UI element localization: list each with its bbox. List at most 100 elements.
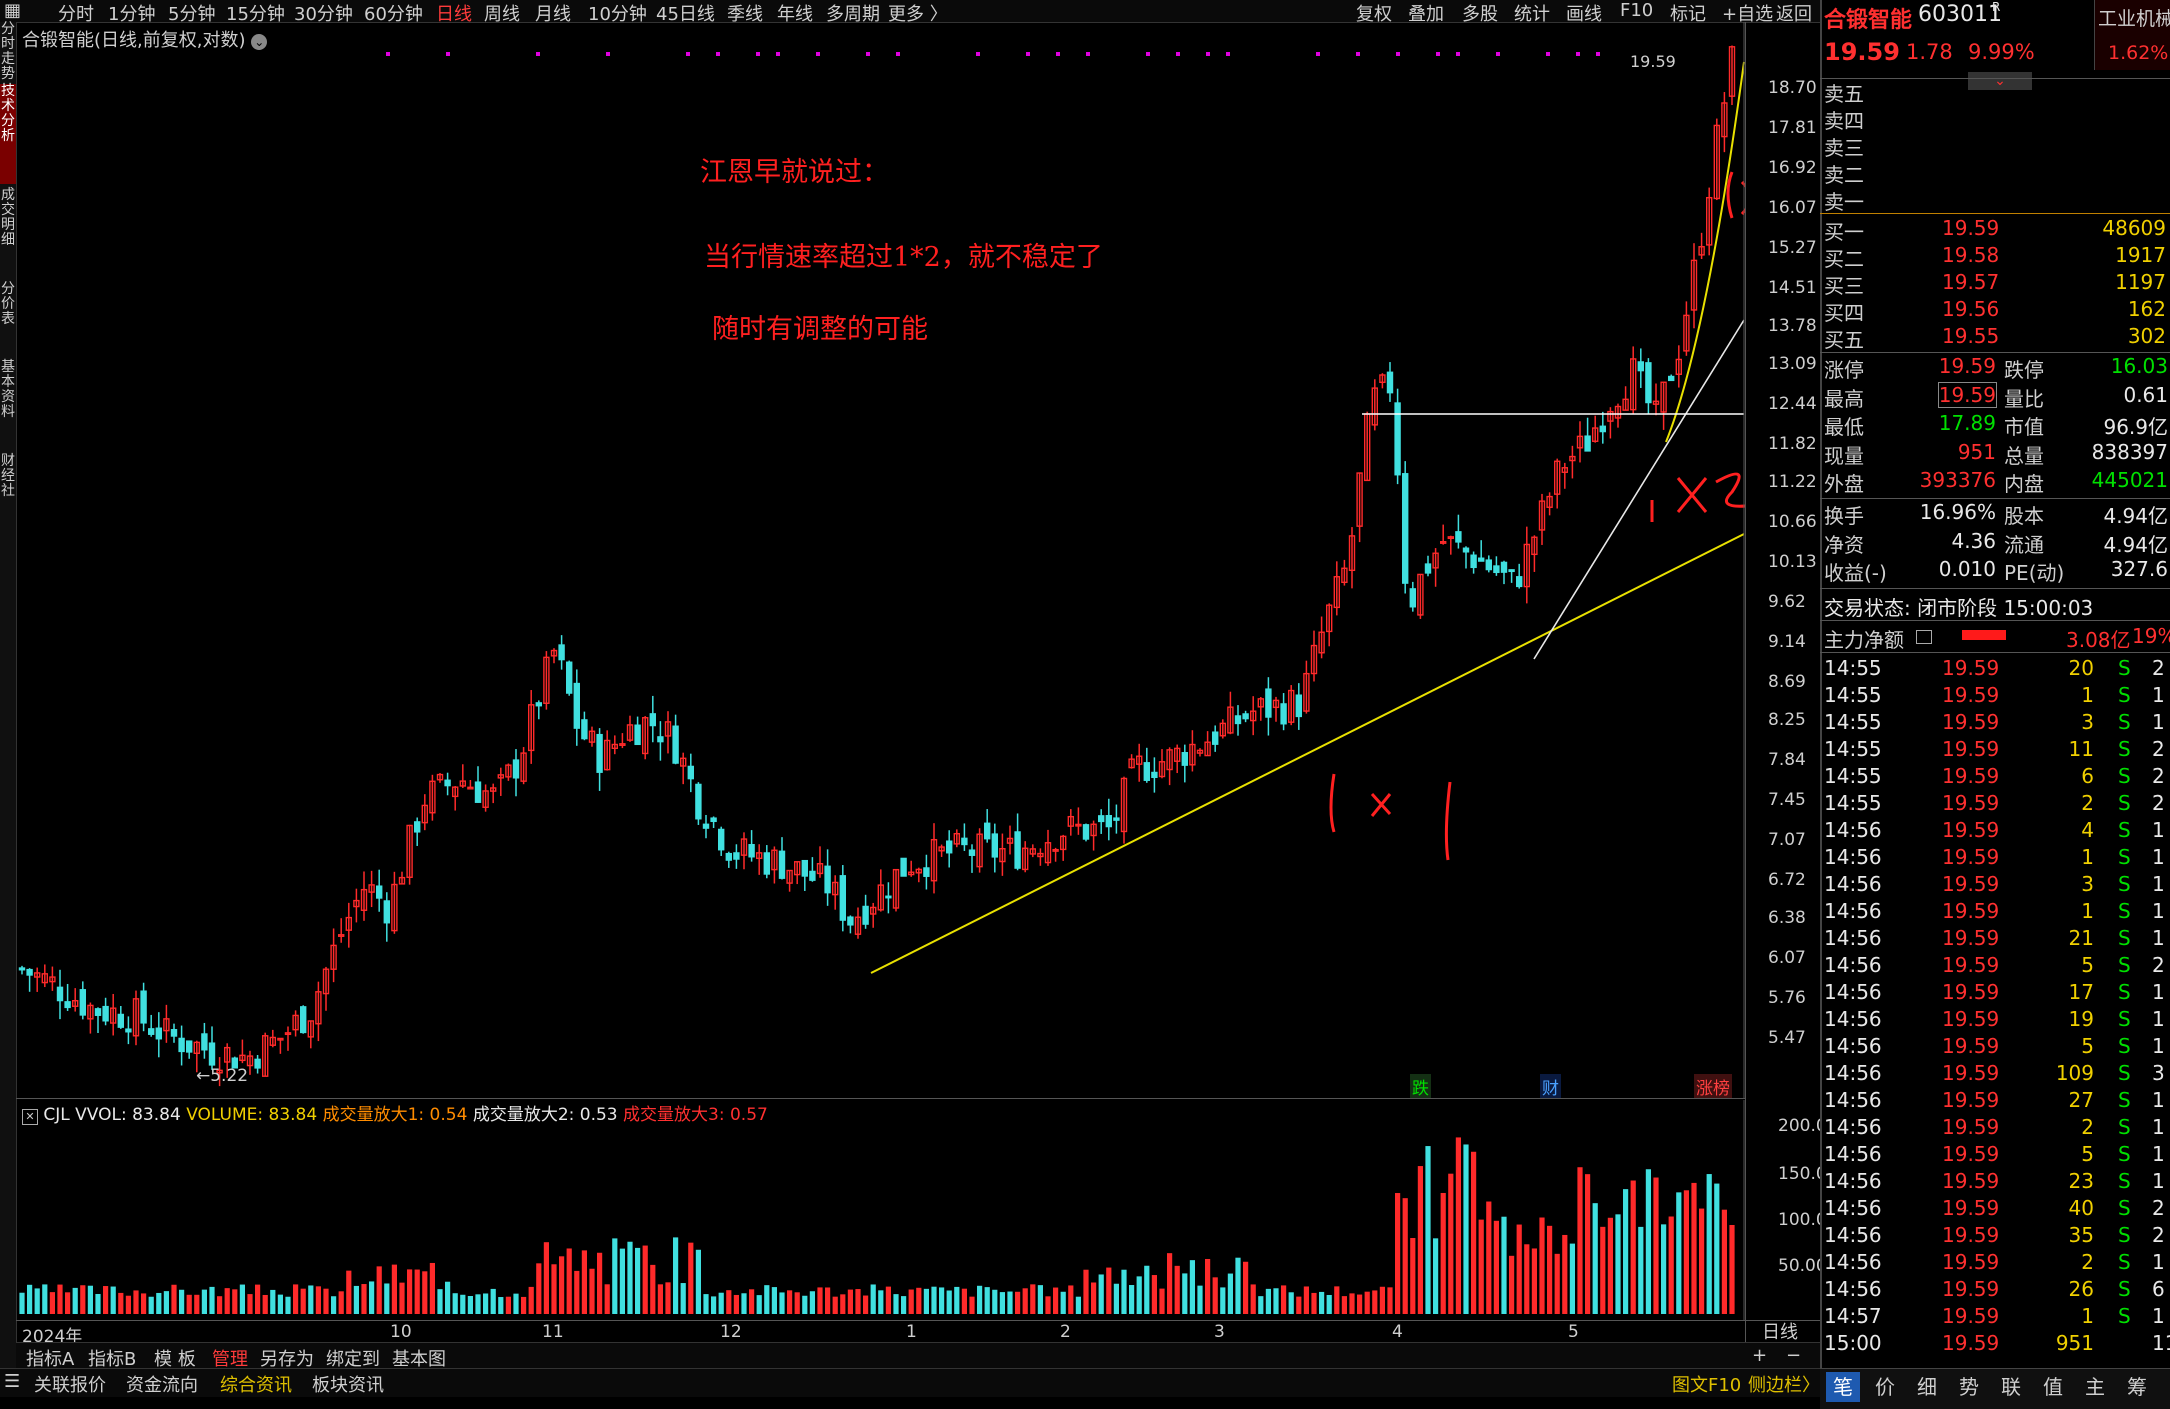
volume-bar xyxy=(1220,1287,1226,1314)
tick-volume: 1 xyxy=(2081,899,2094,923)
candle-body xyxy=(1500,561,1508,573)
volume-bar xyxy=(1455,1137,1461,1314)
candle-body xyxy=(672,725,679,764)
candle-body xyxy=(1637,361,1645,372)
y-tick: 10.66 xyxy=(1768,512,1817,532)
info-tab-2[interactable]: 综合资讯 xyxy=(220,1371,292,1397)
volume-chart[interactable] xyxy=(16,1100,1745,1320)
y-tick: 7.84 xyxy=(1768,750,1806,770)
panel-tab-2[interactable]: 细 xyxy=(1910,1372,1944,1402)
period-label[interactable]: 日线 xyxy=(1762,1318,1798,1344)
tab-trade-detail[interactable]: 成交明细 xyxy=(0,188,16,278)
separator xyxy=(1820,352,2170,353)
volume-bar xyxy=(901,1296,907,1314)
panel-tab-0[interactable]: 笔 xyxy=(1826,1372,1860,1402)
candle-body xyxy=(900,857,907,877)
stat-value: 327.6 xyxy=(2110,557,2168,581)
tick-price: 19.59 xyxy=(1942,1061,2000,1085)
stat-value: 4.36 xyxy=(1951,528,1996,553)
volume-bar xyxy=(293,1284,299,1314)
info-tab-3[interactable]: 板块资讯 xyxy=(312,1371,384,1397)
zoom-in-button[interactable]: + xyxy=(1752,1345,1767,1366)
panel-tab-4[interactable]: 联 xyxy=(1994,1372,2028,1402)
grid-icon[interactable]: ▦ xyxy=(4,0,21,21)
volume-bar xyxy=(1258,1296,1264,1314)
volume-bar xyxy=(946,1290,952,1314)
tool-5[interactable]: F10 xyxy=(1620,0,1653,21)
candle-body xyxy=(1508,569,1515,573)
buy-level-label: 买四 xyxy=(1824,301,1864,325)
volume-bar xyxy=(1395,1193,1401,1314)
panel-tab-7[interactable]: 筹 xyxy=(2120,1372,2154,1402)
volume-bar xyxy=(1372,1290,1378,1314)
volume-bar xyxy=(1531,1248,1537,1314)
volume-bar xyxy=(688,1242,694,1314)
event-marker-finance[interactable]: 财 xyxy=(1540,1074,1561,1099)
volume-bar xyxy=(627,1241,633,1314)
tick-price: 19.59 xyxy=(1942,1304,2000,1328)
tick-volume: 951 xyxy=(2055,1331,2094,1355)
volume-bar xyxy=(1585,1174,1591,1314)
signal-dot xyxy=(896,52,900,56)
signal-dot xyxy=(1576,52,1580,56)
signal-dot xyxy=(1436,52,1440,56)
panel-tab-5[interactable]: 值 xyxy=(2036,1372,2070,1402)
event-marker-drop[interactable]: 跌 xyxy=(1410,1074,1431,1099)
info-tab-0[interactable]: 关联报价 xyxy=(34,1371,106,1397)
stat-value: 4.94亿 xyxy=(2103,504,2168,528)
tab-technical[interactable]: 技术分析 xyxy=(0,84,16,184)
y-tick: 6.07 xyxy=(1768,948,1806,968)
volume-bar xyxy=(802,1295,808,1314)
volume-bar xyxy=(156,1292,162,1314)
sector-pct: 1.62% xyxy=(2108,42,2169,64)
volume-bar xyxy=(1136,1276,1142,1314)
buy-level-price: 19.57 xyxy=(1942,270,2000,294)
volume-bar xyxy=(1501,1216,1507,1314)
list-icon[interactable] xyxy=(1916,630,1932,644)
candle-body xyxy=(155,1027,163,1040)
volume-bar xyxy=(384,1283,390,1314)
volume-bar xyxy=(604,1284,610,1314)
volume-bar xyxy=(1410,1238,1416,1314)
buy-level-volume: 162 xyxy=(2127,297,2166,321)
stock-code: 603011 xyxy=(1918,2,2002,27)
volume-bar xyxy=(999,1292,1005,1314)
volume-bar xyxy=(1174,1265,1180,1314)
candle-body xyxy=(1462,547,1470,553)
volume-bar xyxy=(726,1290,732,1314)
stat-value: 951 xyxy=(1957,439,1996,464)
panel-tab-1[interactable]: 价 xyxy=(1868,1372,1902,1402)
main-flow-label[interactable]: 主力净额 xyxy=(1824,624,1904,653)
list-icon[interactable]: ☰ xyxy=(4,1371,20,1392)
tab-finance-news[interactable]: 财经社 xyxy=(0,454,16,514)
tab-price-table[interactable]: 分价表 xyxy=(0,282,16,357)
tick-count: 1 xyxy=(2152,1304,2165,1328)
panel-tab-3[interactable]: 势 xyxy=(1952,1372,1986,1402)
tick-price: 19.59 xyxy=(1942,1007,2000,1031)
sidebar-toggle[interactable]: 侧边栏〉 xyxy=(1748,1371,1820,1397)
candle-body xyxy=(558,644,565,661)
event-marker-limit-up[interactable]: 涨榜 xyxy=(1694,1074,1732,1099)
period-toolbar: ▦ 分时 1分钟 5分钟 15分钟 30分钟 60分钟 日线 周线 月线 10分钟 45日线 季线 年线… xyxy=(0,0,1820,25)
candle-body xyxy=(847,916,854,926)
volume-bar xyxy=(1159,1288,1165,1314)
info-tab-1[interactable]: 资金流向 xyxy=(126,1371,198,1397)
tick-price: 19.59 xyxy=(1942,980,2000,1004)
tab-basic-info[interactable]: 基本资料 xyxy=(0,360,16,450)
collapse-icon[interactable]: ⌄ xyxy=(1968,72,2032,90)
panel-tab-6[interactable]: 主 xyxy=(2078,1372,2112,1402)
sell-level-label: 卖二 xyxy=(1824,163,1864,187)
volume-bar xyxy=(559,1256,565,1314)
candle-body xyxy=(474,781,482,803)
tick-count: 2 xyxy=(2152,953,2165,977)
tab-intraday[interactable]: 分时走势 xyxy=(0,22,16,82)
zoom-out-button[interactable]: − xyxy=(1786,1345,1801,1366)
sell-level-label: 卖四 xyxy=(1824,109,1864,133)
candle-body xyxy=(185,1040,193,1053)
volume-bar xyxy=(1189,1260,1195,1314)
signal-dot xyxy=(686,52,690,56)
candle-body xyxy=(702,823,710,829)
volume-bar xyxy=(255,1284,261,1314)
candle-body xyxy=(178,1037,185,1053)
f10-link[interactable]: 图文F10 xyxy=(1672,1371,1741,1397)
